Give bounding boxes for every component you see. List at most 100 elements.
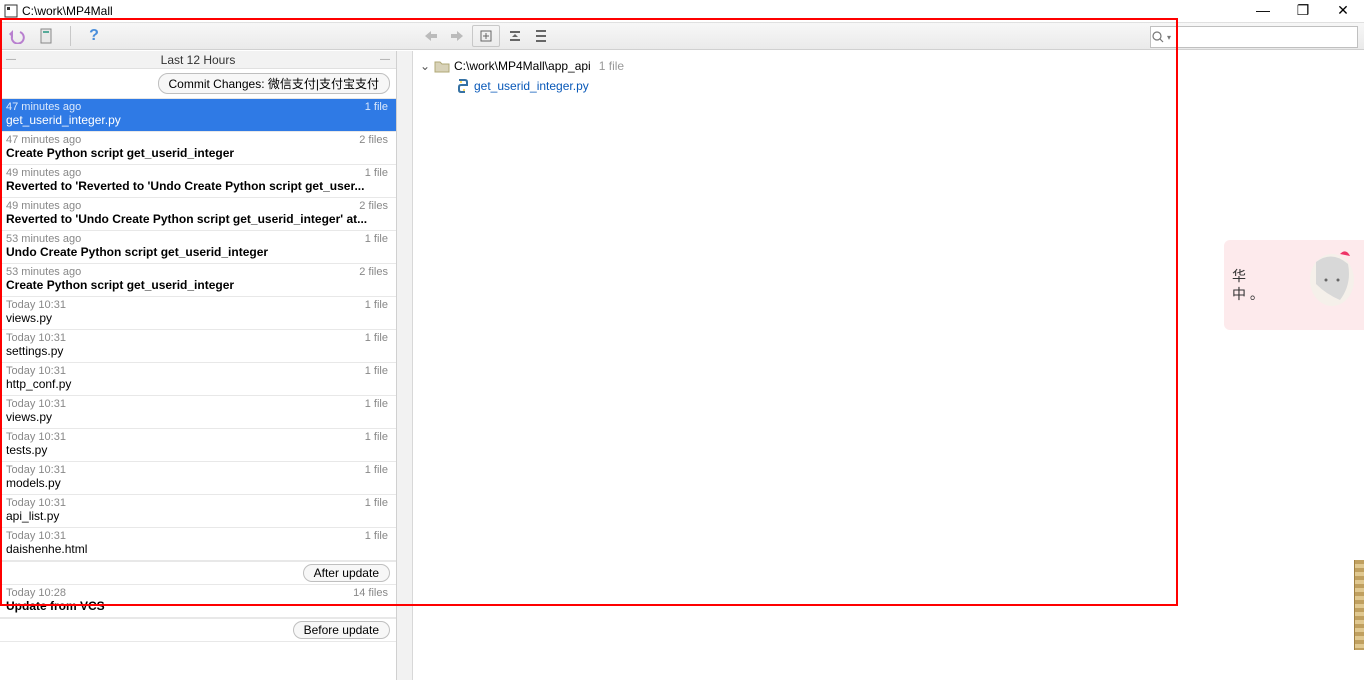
section-header: — Last 12 Hours — <box>0 51 396 69</box>
maximize-button[interactable]: ❐ <box>1292 2 1314 19</box>
history-item[interactable]: Today 10:311 fileapi_list.py <box>0 495 396 528</box>
history-time: 49 minutes ago <box>6 200 390 212</box>
history-time: 49 minutes ago <box>6 167 390 179</box>
history-files: 1 file <box>365 167 388 179</box>
history-label: views.py <box>6 311 390 325</box>
history-label: Undo Create Python script get_userid_int… <box>6 245 390 259</box>
search-box[interactable]: ▾ <box>1150 26 1358 48</box>
history-time: Today 10:31 <box>6 530 390 542</box>
history-label: api_list.py <box>6 509 390 523</box>
splitter[interactable] <box>397 51 413 680</box>
window-title: C:\work\MP4Mall <box>22 4 113 18</box>
history-time: Today 10:31 <box>6 431 390 443</box>
python-file-icon <box>454 78 470 94</box>
history-panel: — Last 12 Hours — Commit Changes: 微信支付|支… <box>0 51 397 680</box>
expand-all-icon[interactable] <box>475 25 497 47</box>
tree-path: C:\work\MP4Mall\app_api <box>454 59 591 73</box>
history-files: 2 files <box>359 200 388 212</box>
side-widget[interactable]: 华 中 。 <box>1224 240 1364 330</box>
history-item[interactable]: Today 10:311 filetests.py <box>0 429 396 462</box>
history-item[interactable]: 53 minutes ago2 filesCreate Python scrip… <box>0 264 396 297</box>
history-files: 1 file <box>365 398 388 410</box>
before-update-pill[interactable]: Before update <box>293 621 390 639</box>
after-update-row: After update <box>0 561 396 585</box>
minimize-button[interactable]: — <box>1252 2 1274 19</box>
history-time: Today 10:31 <box>6 398 390 410</box>
file-tree-panel: ⌄ C:\work\MP4Mall\app_api 1 file get_use… <box>413 51 1364 680</box>
history-label: tests.py <box>6 443 390 457</box>
history-item[interactable]: 47 minutes ago2 filesCreate Python scrip… <box>0 132 396 165</box>
history-files: 1 file <box>365 332 388 344</box>
history-item[interactable]: 47 minutes ago1 fileget_userid_integer.p… <box>0 99 396 132</box>
tree-file-name: get_userid_integer.py <box>474 79 589 93</box>
history-item[interactable]: Today 10:311 filehttp_conf.py <box>0 363 396 396</box>
history-files: 1 file <box>365 530 388 542</box>
widget-illustration <box>1292 244 1362 324</box>
search-input[interactable] <box>1171 28 1357 46</box>
history-label: Create Python script get_userid_integer <box>6 146 390 160</box>
undo-icon[interactable] <box>6 25 28 47</box>
history-time: Today 10:31 <box>6 365 390 377</box>
history-item[interactable]: 49 minutes ago2 filesReverted to 'Undo C… <box>0 198 396 231</box>
history-files: 1 file <box>365 233 388 245</box>
chevron-down-icon[interactable]: ⌄ <box>420 59 430 73</box>
history-time: 53 minutes ago <box>6 266 390 278</box>
history-item[interactable]: 53 minutes ago1 fileUndo Create Python s… <box>0 231 396 264</box>
history-label: models.py <box>6 476 390 490</box>
commit-pill[interactable]: Commit Changes: 微信支付|支付宝支付 <box>158 73 391 94</box>
history-files: 14 files <box>353 587 388 599</box>
help-icon[interactable]: ? <box>83 25 105 47</box>
side-handle[interactable] <box>1354 560 1364 650</box>
close-button[interactable]: ✕ <box>1332 2 1354 19</box>
history-item[interactable]: Today 10:311 filedaishenhe.html <box>0 528 396 561</box>
history-label: get_userid_integer.py <box>6 113 390 127</box>
history-files: 2 files <box>359 266 388 278</box>
nav-next-icon[interactable] <box>446 25 468 47</box>
history-label: Update from VCS <box>6 599 390 613</box>
history-files: 1 file <box>365 101 388 113</box>
history-item[interactable]: Today 10:2814 filesUpdate from VCS <box>0 585 396 618</box>
history-files: 1 file <box>365 497 388 509</box>
history-label: Reverted to 'Undo Create Python script g… <box>6 212 390 226</box>
collapse-both-icon[interactable] <box>530 25 552 47</box>
history-label: http_conf.py <box>6 377 390 391</box>
commit-pill-row: Commit Changes: 微信支付|支付宝支付 <box>0 69 396 99</box>
widget-text: 华 中 。 <box>1232 267 1264 303</box>
history-item[interactable]: Today 10:311 filemodels.py <box>0 462 396 495</box>
history-time: 47 minutes ago <box>6 101 390 113</box>
history-item[interactable]: 49 minutes ago1 fileReverted to 'Reverte… <box>0 165 396 198</box>
history-label: settings.py <box>6 344 390 358</box>
history-item[interactable]: Today 10:311 fileviews.py <box>0 396 396 429</box>
history-files: 2 files <box>359 134 388 146</box>
nav-prev-icon[interactable] <box>420 25 442 47</box>
history-files: 1 file <box>365 299 388 311</box>
toolbar: ? ▾ <box>0 22 1364 50</box>
history-time: Today 10:31 <box>6 497 390 509</box>
history-label: views.py <box>6 410 390 424</box>
history-time: 47 minutes ago <box>6 134 390 146</box>
after-update-pill[interactable]: After update <box>303 564 390 582</box>
history-time: 53 minutes ago <box>6 233 390 245</box>
history-time: Today 10:31 <box>6 299 390 311</box>
main-area: — Last 12 Hours — Commit Changes: 微信支付|支… <box>0 50 1364 680</box>
history-label: Reverted to 'Reverted to 'Undo Create Py… <box>6 179 390 193</box>
history-time: Today 10:31 <box>6 464 390 476</box>
history-label: Create Python script get_userid_integer <box>6 278 390 292</box>
history-files: 1 file <box>365 365 388 377</box>
history-item[interactable]: Today 10:311 filesettings.py <box>0 330 396 363</box>
config-icon[interactable] <box>36 25 58 47</box>
history-item[interactable]: Today 10:311 fileviews.py <box>0 297 396 330</box>
history-time: Today 10:31 <box>6 332 390 344</box>
collapse-vert-icon[interactable] <box>504 25 526 47</box>
tree-file-row[interactable]: get_userid_integer.py <box>414 76 1363 96</box>
folder-icon <box>434 59 450 73</box>
history-time: Today 10:28 <box>6 587 390 599</box>
app-icon <box>4 4 18 18</box>
history-files: 1 file <box>365 431 388 443</box>
tree-count: 1 file <box>599 59 624 73</box>
before-update-row: Before update <box>0 618 396 642</box>
history-label: daishenhe.html <box>6 542 390 556</box>
tree-folder-row[interactable]: ⌄ C:\work\MP4Mall\app_api 1 file <box>414 56 1363 76</box>
section-title: Last 12 Hours <box>161 53 236 67</box>
window-controls: — ❐ ✕ <box>1252 2 1354 19</box>
